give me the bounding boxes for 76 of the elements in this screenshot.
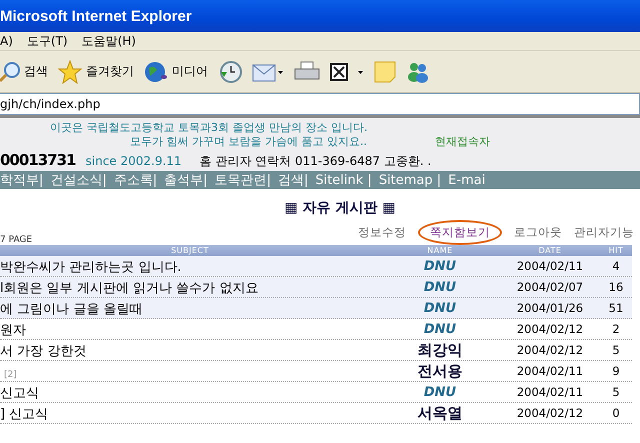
hit-count: 9 <box>611 364 621 378</box>
hit-count: 0 <box>611 406 621 420</box>
toolbar-button[interactable] <box>330 62 364 82</box>
menu-item[interactable]: 도움말(H) <box>82 32 136 50</box>
nav-link[interactable]: Sitelink | <box>315 172 372 188</box>
post-date: 2004/02/11 <box>516 385 584 399</box>
hit-count: 51 <box>608 301 624 315</box>
menu-item[interactable]: 도구(T) <box>26 32 68 50</box>
nav-link[interactable]: 검색| <box>278 171 308 189</box>
post-date: 2004/02/12 <box>516 343 584 357</box>
post-date: 2004/02/11 <box>516 364 584 378</box>
hit-count: 16 <box>608 280 624 294</box>
post-date: 2004/02/12 <box>516 406 584 420</box>
author-name: 전서용 <box>416 362 464 380</box>
welcome-text: 모두가 힘써 가꾸며 보람을 가슴에 품고 있지요.. <box>129 135 367 149</box>
nav-link[interactable]: 건설소식| <box>50 171 107 189</box>
column-header: HIT <box>608 245 624 256</box>
post-subject[interactable]: 에 그림이나 글을 올릴때 <box>0 302 142 317</box>
author-name: DNU <box>422 280 458 294</box>
address-field[interactable]: gjh/ch/index.php <box>0 93 640 115</box>
column-header: SUBJECT <box>170 245 210 256</box>
post-row[interactable]: 에 그림이나 글을 올릴때 DNU 2004/01/26 51 <box>0 298 632 319</box>
nav-link[interactable]: 출석부| <box>164 171 208 189</box>
online-users-link[interactable]: 현재접속자 <box>435 135 490 149</box>
post-row[interactable]: 박완수씨가 관리하는곳 입니다. DNU 2004/02/11 4 <box>0 256 632 277</box>
nav-link[interactable]: Sitemap | <box>378 172 442 188</box>
contact-text: 홈 관리자 연락처 011-369-6487 고중환. . <box>200 154 432 168</box>
history-icon <box>218 60 242 84</box>
author-name: 서옥열 <box>416 404 464 422</box>
board-title: ▦ 자유 게시판 ▦ <box>283 199 397 217</box>
author-name: 최강익 <box>416 340 464 360</box>
board-link[interactable]: 로그아웃 <box>514 225 562 240</box>
post-subject[interactable]: 서 가장 강한것 <box>0 344 86 359</box>
post-date: 2004/02/12 <box>516 322 584 336</box>
post-subject[interactable]: ] 신고식 <box>0 407 48 422</box>
post-date: 2004/02/07 <box>516 280 584 294</box>
toolbar-button[interactable]: 즐겨찾기 <box>58 60 134 84</box>
post-subject[interactable]: 원자 <box>0 323 26 338</box>
column-header: DATE <box>538 245 562 256</box>
printer-icon <box>294 60 320 82</box>
column-header: NAME <box>426 245 454 256</box>
welcome-text: 이곳은 국립철도고등학교 토목과3회 졸업생 만남의 장소 입니다. <box>49 121 368 135</box>
edit-icon <box>330 62 364 82</box>
window-title: Microsoft Internet Explorer <box>0 0 640 32</box>
hit-count: 5 <box>611 343 621 357</box>
board-link[interactable]: 관리자기능 <box>574 225 634 240</box>
hit-count: 4 <box>611 259 621 273</box>
author-name: DNU <box>422 322 458 336</box>
nav-link[interactable]: 주소록| <box>114 171 158 189</box>
visitor-counter: 00013731 <box>0 151 76 169</box>
post-row[interactable]: l회원은 일부 게시판에 읽거나 쓸수가 없지요 DNU 2004/02/07 16 <box>0 277 632 298</box>
author-name: DNU <box>422 258 458 274</box>
post-date: 2004/01/26 <box>516 301 584 315</box>
globe-icon <box>144 60 168 84</box>
post-subject[interactable]: 박완수씨가 관리하는곳 입니다. <box>0 260 182 275</box>
post-date: 2004/02/11 <box>516 259 584 273</box>
author-name: DNU <box>422 384 458 400</box>
post-subject[interactable]: l회원은 일부 게시판에 읽거나 쓸수가 없지요 <box>0 281 258 296</box>
nav-link[interactable]: 학적부| <box>0 171 44 189</box>
comment-count: [2] <box>3 370 17 380</box>
since-text: since 2002.9.11 <box>86 154 182 168</box>
author-name: DNU <box>422 300 458 316</box>
board-link[interactable]: 정보수정 <box>358 225 406 240</box>
hit-count: 5 <box>611 385 621 399</box>
nav-link[interactable]: 토목관련| <box>214 171 271 189</box>
nav-link[interactable]: E-mai <box>448 172 486 188</box>
post-subject[interactable]: 신고식 <box>0 386 39 401</box>
messenger-icon <box>406 60 430 82</box>
star-icon <box>58 60 82 84</box>
toolbar-button[interactable]: 미디어 <box>144 60 208 84</box>
menu-item[interactable]: A) <box>0 34 13 48</box>
page-count: 7 PAGE <box>0 235 32 245</box>
note-icon <box>374 60 396 82</box>
search-icon <box>0 60 20 82</box>
toolbar-button[interactable]: 검색 <box>0 60 48 82</box>
hit-count: 2 <box>611 322 621 336</box>
